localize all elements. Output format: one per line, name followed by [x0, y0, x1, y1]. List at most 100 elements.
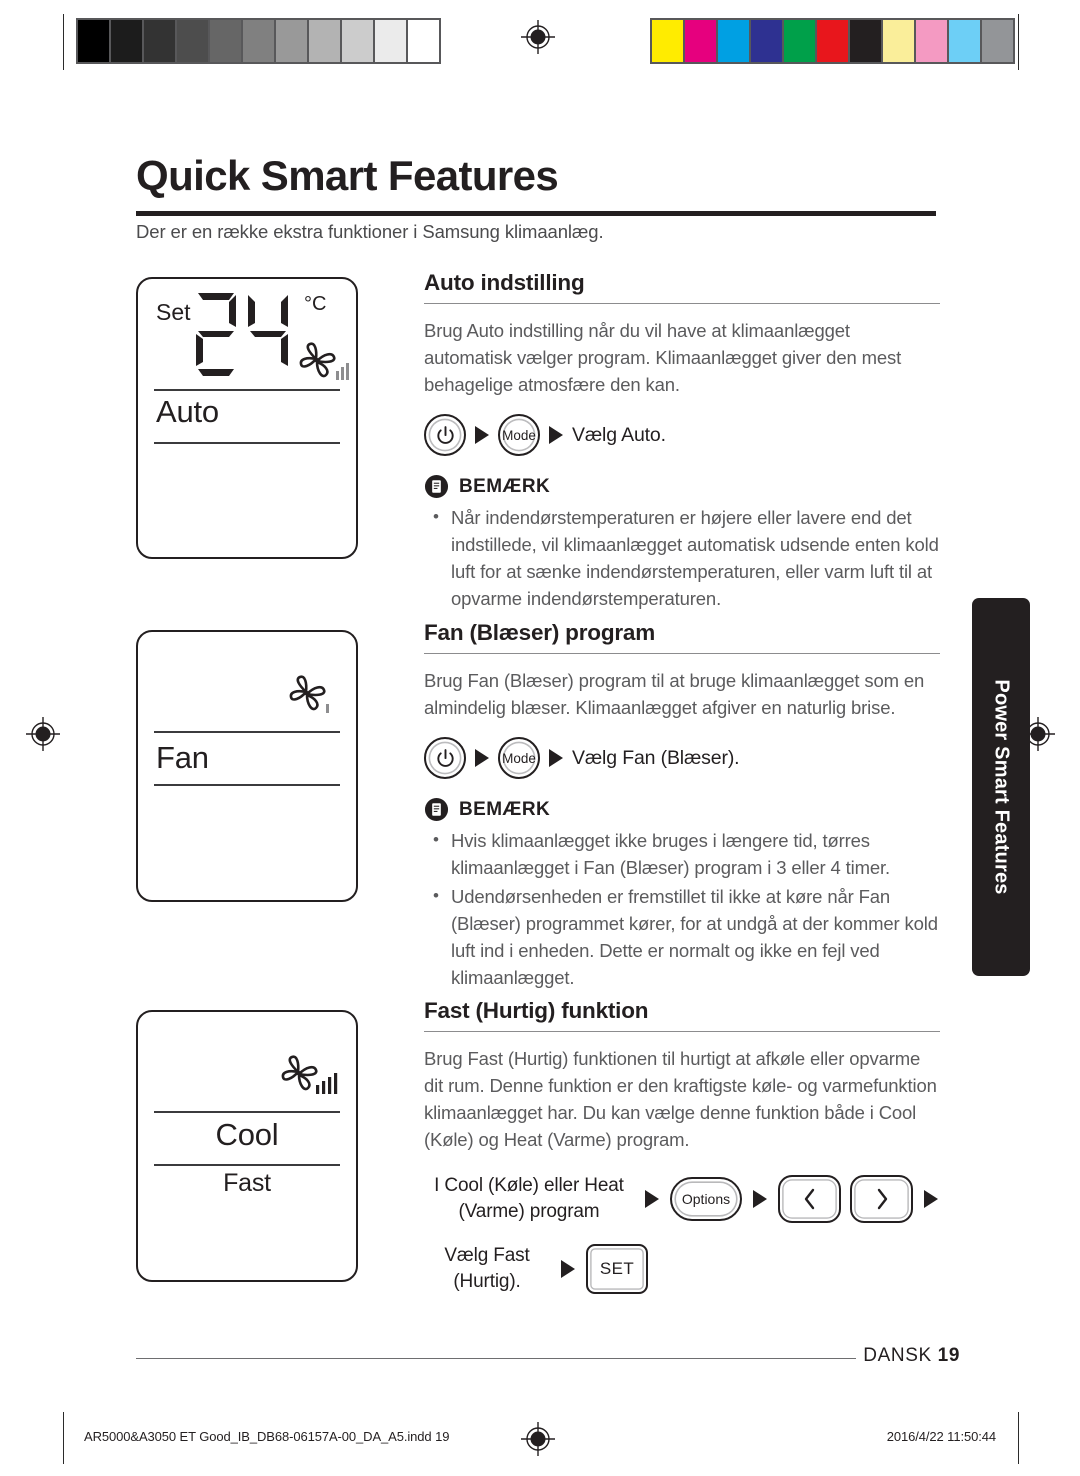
crop-mark-right-top: [1018, 14, 1019, 70]
lcd-divider-top: [154, 389, 340, 391]
side-tab-power-smart-features: Power Smart Features: [972, 598, 1030, 976]
section-auto: Auto indstilling Brug Auto indstilling n…: [424, 270, 940, 612]
section-body: Brug Fan (Blæser) program til at bruge k…: [424, 670, 925, 719]
fan-speed-icon: [278, 1054, 338, 1105]
registration-target-icon-bottom: [518, 1419, 558, 1459]
crop-mark-left-top: [63, 14, 64, 70]
grayscale-swatch: [144, 20, 175, 62]
note-document-icon: [424, 797, 449, 822]
section-body: Brug Auto indstilling når du vil have at…: [424, 320, 902, 396]
side-tab-label: Power Smart Features: [990, 679, 1013, 895]
mode-button-label: Mode: [502, 427, 536, 443]
chevron-left-icon: [800, 1186, 820, 1212]
note-title: BEMÆRK: [459, 475, 551, 497]
power-button[interactable]: [424, 737, 466, 780]
section-heading: Auto indstilling: [424, 270, 585, 295]
lcd-mode-label: Fan: [156, 740, 209, 775]
fast-sequence-diagram: I Cool (Køle) eller Heat (Varme) program…: [424, 1173, 940, 1295]
set-button[interactable]: SET: [586, 1244, 648, 1295]
lcd-divider-top: [154, 731, 340, 733]
lcd-display-fan: Fan: [136, 630, 358, 902]
color-swatch: [652, 20, 683, 62]
fast-sequence-row-1: I Cool (Køle) eller Heat (Varme) program…: [424, 1173, 940, 1225]
lcd-divider-bottom: [154, 442, 340, 444]
next-button[interactable]: [850, 1175, 913, 1224]
options-button-label: Options: [681, 1191, 731, 1208]
section-fast: Fast (Hurtig) funktion Brug Fast (Hurtig…: [424, 998, 940, 1295]
grayscale-swatch: [177, 20, 208, 62]
note-header: BEMÆRK: [424, 474, 940, 499]
section-body: Brug Fast (Hurtig) funktionen til hurtig…: [424, 1048, 937, 1151]
print-file-info: AR5000&A3050 ET Good_IB_DB68-06157A-00_D…: [84, 1429, 450, 1444]
options-button[interactable]: Options: [670, 1177, 742, 1222]
section-heading: Fan (Blæser) program: [424, 620, 656, 645]
section-divider: [424, 1031, 940, 1033]
color-swatch: [751, 20, 782, 62]
power-icon: [435, 425, 456, 446]
color-swatch: [718, 20, 749, 62]
section-divider: [424, 653, 940, 655]
section-divider: [424, 303, 940, 305]
step-result-text: Vælg Auto.: [572, 423, 666, 446]
color-swatch: [850, 20, 881, 62]
grayscale-swatch: [78, 20, 109, 62]
note-bullet-list: Når indendørstemperaturen er højere elle…: [424, 503, 940, 612]
note-document-icon: [424, 474, 449, 499]
footer-page-indicator: DANSK 19: [863, 1345, 960, 1367]
lcd-temperature-digits: [190, 287, 302, 383]
grayscale-swatch: [408, 20, 439, 62]
color-swatch: [784, 20, 815, 62]
step-sequence-auto: Mode Vælg Auto.: [424, 414, 940, 457]
mode-button-label: Mode: [502, 750, 536, 766]
power-button[interactable]: [424, 414, 466, 457]
lcd-unit-label: °C: [304, 293, 327, 315]
arrow-right-icon: [549, 749, 563, 768]
lcd-set-label: Set: [156, 299, 191, 325]
intro-text: Der er en række ekstra funktioner i Sams…: [136, 221, 604, 242]
arrow-right-icon: [549, 426, 563, 445]
color-swatch: [817, 20, 848, 62]
section-heading: Fast (Hurtig) funktion: [424, 998, 649, 1023]
arrow-right-icon: [561, 1260, 575, 1279]
color-swatch: [883, 20, 914, 62]
color-swatch: [916, 20, 947, 62]
arrow-right-icon: [753, 1190, 767, 1209]
fan-speed-icon: [286, 674, 334, 723]
lcd-mode-label: Auto: [156, 394, 219, 429]
arrow-right-icon: [645, 1190, 659, 1209]
step-result-text: Vælg Fan (Blæser).: [572, 746, 740, 769]
footer-divider: [136, 1358, 856, 1360]
grayscale-swatch: [342, 20, 373, 62]
grayscale-swatch: [111, 20, 142, 62]
grayscale-swatch: [243, 20, 274, 62]
registration-target-icon-left: [23, 714, 63, 754]
title-divider: [136, 211, 936, 216]
arrow-right-icon: [475, 426, 489, 445]
crop-mark-left-bottom: [63, 1412, 64, 1464]
previous-button[interactable]: [778, 1175, 841, 1224]
note-bullet: Når indendørstemperaturen er højere elle…: [424, 503, 940, 612]
lcd-divider-bottom: [154, 1164, 340, 1166]
fan-speed-icon: [296, 341, 350, 390]
mode-button[interactable]: Mode: [498, 414, 540, 457]
note-bullet-list: Hvis klimaanlægget ikke bruges i længere…: [424, 826, 940, 991]
crop-mark-right-bottom: [1018, 1412, 1019, 1464]
mode-button[interactable]: Mode: [498, 737, 540, 780]
grayscale-swatch: [276, 20, 307, 62]
grayscale-swatch: [309, 20, 340, 62]
grayscale-calibration-bar: [76, 18, 441, 64]
step-sequence-fan: Mode Vælg Fan (Blæser).: [424, 737, 940, 780]
lcd-divider-top: [154, 1111, 340, 1113]
print-timestamp: 2016/4/22 11:50:44: [886, 1429, 996, 1444]
fast-sequence-label-1: I Cool (Køle) eller Heat (Varme) program: [434, 1175, 624, 1223]
note-bullet: Hvis klimaanlægget ikke bruges i længere…: [424, 826, 940, 881]
chevron-right-icon: [872, 1186, 892, 1212]
arrow-right-icon: [475, 749, 489, 768]
color-swatch: [685, 20, 716, 62]
note-title: BEMÆRK: [459, 798, 551, 820]
footer-page-number: 19: [937, 1345, 960, 1366]
lcd-divider-bottom: [154, 784, 340, 786]
color-swatch: [982, 20, 1013, 62]
fast-sequence-label-2: Vælg Fast (Hurtig).: [444, 1245, 530, 1293]
fast-sequence-row-2: Vælg Fast (Hurtig). SET: [424, 1243, 940, 1295]
